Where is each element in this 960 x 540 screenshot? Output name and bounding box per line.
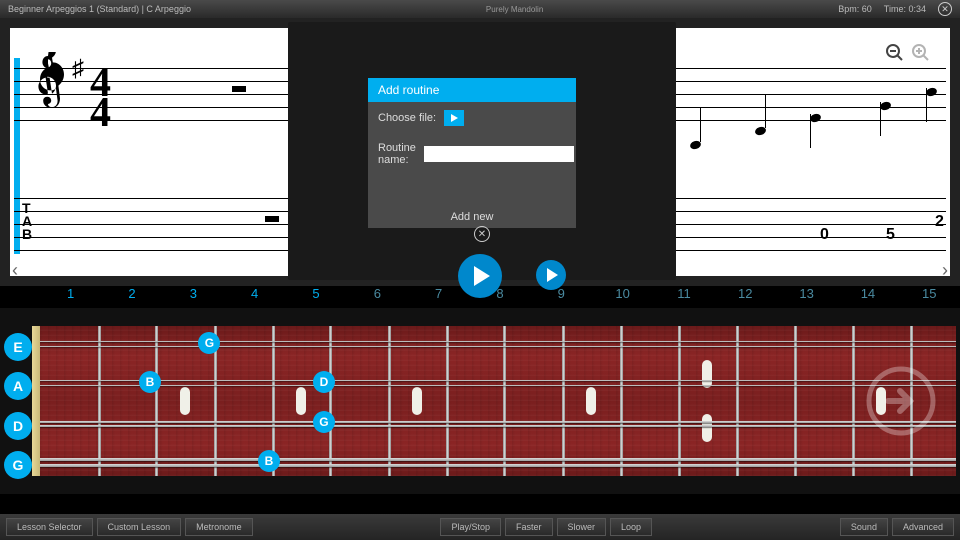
next-arrow-icon[interactable]: › [942,260,948,281]
key-signature-sharp: ♯ [72,56,84,83]
faster-button[interactable]: Faster [505,518,553,536]
fret-number: 13 [776,286,837,308]
note-stem-icon [700,108,701,142]
modal-title: Add routine [368,78,576,102]
fret-number: 4 [224,286,285,308]
fret-number: 7 [408,286,469,308]
top-bar: Beginner Arpeggios 1 (Standard) | C Arpe… [0,0,960,18]
time-signature: 4 4 [90,68,111,128]
play-stop-button[interactable]: Play/Stop [440,518,501,536]
play-button[interactable] [458,254,502,298]
brand-label: Purely Mandolin [486,5,543,14]
routine-name-input[interactable] [424,146,574,162]
time-sig-bottom: 4 [90,98,111,128]
prev-arrow-icon[interactable]: ‹ [12,260,18,281]
fret-number: 2 [101,286,162,308]
fret-number: 10 [592,286,653,308]
note-stem-icon [880,102,881,136]
fret-number: 5 [285,286,346,308]
choose-file-label: Choose file: [378,112,436,124]
rest-icon [265,216,279,222]
play-small-button[interactable] [536,260,566,290]
open-string-note: A [4,372,32,400]
add-new-button[interactable]: Add new [368,206,576,228]
fret-number: 3 [163,286,224,308]
fret-number: 11 [653,286,714,308]
custom-lesson-button[interactable]: Custom Lesson [97,518,182,536]
slower-button[interactable]: Slower [557,518,607,536]
modal-overlay: Add routine Choose file: Routine name: A… [288,22,676,280]
close-icon[interactable]: ✕ [938,2,952,16]
fret-number: 9 [531,286,592,308]
fret-number: 14 [837,286,898,308]
rest-icon [232,86,246,92]
zoom-in-icon[interactable] [910,42,932,64]
note-stem-icon [765,94,766,128]
bottom-bar: Lesson Selector Custom Lesson Metronome … [0,514,960,540]
choose-file-button[interactable] [444,110,464,126]
fretted-note: B [258,450,280,472]
lesson-title: Beginner Arpeggios 1 (Standard) | C Arpe… [8,4,191,14]
time-label: Time: 0:34 [884,4,926,14]
fretted-note: D [313,371,335,393]
lesson-selector-button[interactable]: Lesson Selector [6,518,93,536]
treble-clef-icon [24,52,72,137]
note-stem-icon [926,88,927,122]
fret-number: 6 [347,286,408,308]
note-stem-icon [810,114,811,148]
fret-number: 15 [899,286,960,308]
metronome-button[interactable]: Metronome [185,518,253,536]
nut [32,326,40,476]
modal-close-icon[interactable]: ✕ [474,226,490,242]
fretted-note: G [313,411,335,433]
zoom-out-icon[interactable] [884,42,906,64]
fret-number: 1 [40,286,101,308]
open-string-note: E [4,333,32,361]
add-routine-modal: Add routine Choose file: Routine name: A… [368,78,576,228]
advanced-button[interactable]: Advanced [892,518,954,536]
tab-label: T A B [22,202,32,241]
tab-number: 2 [935,213,944,231]
loop-button[interactable]: Loop [610,518,652,536]
fret-number: 12 [715,286,776,308]
fretted-note: G [198,332,220,354]
tab-number: 5 [886,226,895,244]
bpm-label: Bpm: 60 [838,4,872,14]
fretted-note: B [139,371,161,393]
tab-number: 0 [820,226,829,244]
sound-button[interactable]: Sound [840,518,888,536]
fretboard: G B D G B E A D G [0,308,960,494]
next-section-icon[interactable] [866,366,936,436]
routine-name-label: Routine name: [378,142,416,166]
open-string-note: D [4,412,32,440]
open-string-note: G [4,451,32,479]
neck[interactable]: G B D G B [40,326,956,476]
